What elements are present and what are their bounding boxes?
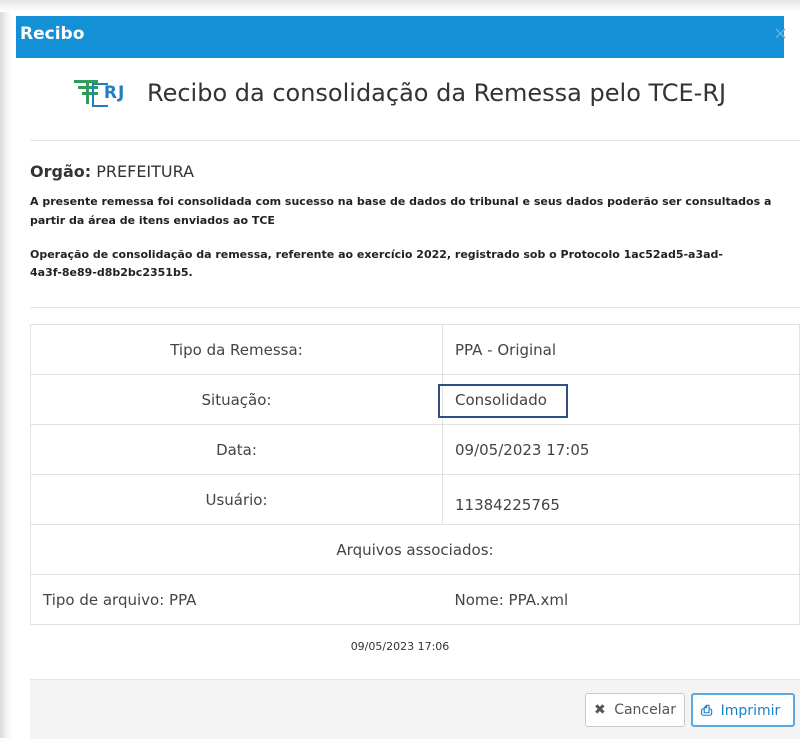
data-value: 09/05/2023 17:05 — [442, 424, 800, 475]
close-icon[interactable]: × — [773, 23, 788, 44]
close-icon: ✖ — [594, 702, 606, 718]
table-row: Usuário: 11384225765 — [30, 474, 800, 525]
usuario-label: Usuário: — [30, 474, 443, 525]
dialog-title: Recibo — [20, 24, 85, 44]
tipo-remessa-label: Tipo da Remessa: — [30, 324, 443, 375]
print-button[interactable]: ⎙ Imprimir — [691, 693, 795, 727]
table-row: Tipo da Remessa: PPA - Original — [30, 324, 800, 375]
situacao-label: Situação: — [30, 374, 443, 425]
consolidation-message: A presente remessa foi consolidada com s… — [30, 195, 772, 227]
cancel-label: Cancelar — [614, 702, 676, 718]
table-row: Situação: Consolidado — [30, 374, 800, 425]
file-type: Tipo de arquivo: PPA — [30, 574, 443, 625]
table-row: Data: 09/05/2023 17:05 — [30, 424, 800, 475]
table-row: Arquivos associados: — [30, 524, 800, 575]
orgao-line: Orgão: PREFEITURA — [30, 162, 194, 181]
generated-timestamp: 09/05/2023 17:06 — [350, 640, 450, 653]
tce-rj-logo: RJ — [73, 78, 132, 108]
receipt-heading: Recibo da consolidação da Remessa pelo T… — [146, 79, 727, 107]
cancel-button[interactable]: ✖ Cancelar — [585, 693, 685, 727]
orgao-value: PREFEITURA — [96, 162, 195, 181]
data-label: Data: — [30, 424, 443, 475]
window-shadow-left — [0, 0, 12, 738]
table-row: Tipo de arquivo: PPA Nome: PPA.xml — [30, 574, 800, 625]
file-name: Nome: PPA.xml — [442, 574, 800, 625]
operation-protocol: Operação de consolidação da remessa, ref… — [30, 248, 723, 279]
situacao-value: Consolidado — [455, 390, 547, 409]
print-icon: ⎙ — [701, 703, 713, 719]
orgao-label: Orgão: — [30, 162, 92, 181]
brand-header: RJ Recibo da consolidação da Remessa pel… — [0, 78, 800, 108]
divider — [30, 140, 800, 141]
tipo-remessa-value: PPA - Original — [442, 324, 800, 375]
dialog-titlebar: Recibo × — [16, 16, 788, 58]
window-shadow-top — [0, 0, 800, 12]
usuario-value: 11384225765 — [455, 495, 560, 510]
arquivos-header: Arquivos associados: — [30, 524, 800, 575]
print-label: Imprimir — [720, 703, 781, 719]
receipt-details-table: Tipo da Remessa: PPA - Original Situação… — [30, 324, 800, 625]
divider — [30, 307, 800, 308]
